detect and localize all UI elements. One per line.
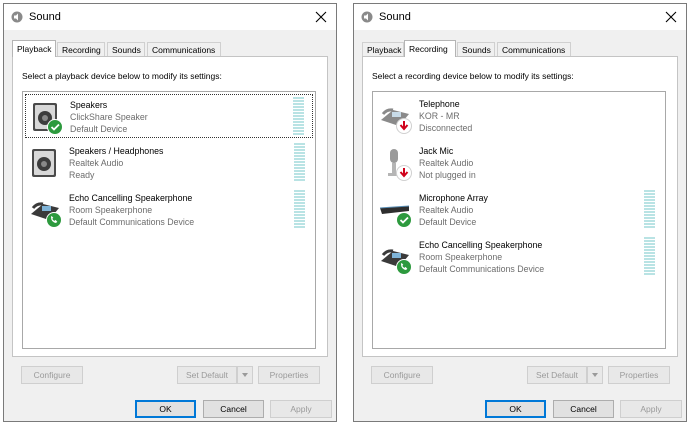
device-status: Default Communications Device <box>69 217 195 227</box>
level-meter <box>294 190 305 228</box>
tab-communications[interactable]: Communications <box>497 42 571 56</box>
close-icon[interactable] <box>664 10 678 24</box>
device-status: Disconnected <box>419 123 473 133</box>
level-meter <box>294 143 305 181</box>
chevron-down-icon <box>242 373 248 377</box>
phone-icon <box>381 108 412 134</box>
device-item[interactable]: Jack Mic Realtek Audio Not plugged in <box>375 141 663 185</box>
device-item[interactable]: Echo Cancelling Speakerphone Room Speake… <box>375 235 663 279</box>
sound-dialog-playback: Sound Playback Recording Sounds Communic… <box>3 3 337 422</box>
phone-icon <box>381 249 412 275</box>
configure-button[interactable]: Configure <box>371 366 433 384</box>
set-default-dropdown[interactable] <box>587 366 603 384</box>
phone-icon <box>31 202 62 228</box>
tab-playback[interactable]: Playback <box>362 42 404 56</box>
device-item[interactable]: Telephone KOR - MR Disconnected <box>375 94 663 138</box>
device-status: Default Device <box>419 217 477 227</box>
tab-sounds[interactable]: Sounds <box>457 42 495 56</box>
set-default-button[interactable]: Set Default <box>177 366 237 384</box>
level-meter <box>644 190 655 228</box>
instruction-text: Select a playback device below to modify… <box>22 71 222 81</box>
apply-button[interactable]: Apply <box>620 400 682 418</box>
tab-sounds[interactable]: Sounds <box>107 42 145 56</box>
device-description: Room Speakerphone <box>69 205 153 215</box>
device-status: Default Device <box>70 124 128 134</box>
apply-button[interactable]: Apply <box>270 400 332 418</box>
sound-dialog-recording: Sound Playback Recording Sounds Communic… <box>353 3 687 422</box>
device-name: Telephone <box>419 99 460 109</box>
sound-app-icon <box>361 11 373 23</box>
device-list[interactable]: Speakers ClickShare Speaker Default Devi… <box>22 91 316 349</box>
chevron-down-icon <box>592 373 598 377</box>
device-name: Echo Cancelling Speakerphone <box>69 193 193 203</box>
microphone-icon <box>388 149 412 181</box>
device-name: Echo Cancelling Speakerphone <box>419 240 543 250</box>
cancel-button[interactable]: Cancel <box>203 400 264 418</box>
mic-array-icon <box>379 205 412 228</box>
device-status: Not plugged in <box>419 170 476 180</box>
device-description: KOR - MR <box>419 111 460 121</box>
device-list[interactable]: Telephone KOR - MR Disconnected Jack Mic… <box>372 91 666 349</box>
tab-playback[interactable]: Playback <box>12 40 56 57</box>
speaker-icon <box>32 149 56 177</box>
device-description: Realtek Audio <box>69 158 124 168</box>
tab-panel: Select a recording device below to modif… <box>362 56 678 357</box>
tab-recording[interactable]: Recording <box>57 42 105 56</box>
device-name: Speakers <box>70 100 108 110</box>
ok-button[interactable]: OK <box>135 400 196 418</box>
level-meter <box>644 237 655 275</box>
properties-button[interactable]: Properties <box>608 366 670 384</box>
device-item[interactable]: Speakers / Headphones Realtek Audio Read… <box>25 141 313 185</box>
close-icon[interactable] <box>314 10 328 24</box>
window-title: Sound <box>29 11 61 23</box>
ok-button[interactable]: OK <box>485 400 546 418</box>
device-name: Jack Mic <box>419 146 454 156</box>
device-description: ClickShare Speaker <box>70 112 148 122</box>
title-bar: Sound <box>354 4 686 30</box>
level-meter <box>293 97 304 135</box>
speaker-icon <box>33 103 63 135</box>
set-default-dropdown[interactable] <box>237 366 253 384</box>
device-description: Realtek Audio <box>419 205 474 215</box>
device-status: Ready <box>69 170 95 180</box>
device-item[interactable]: Speakers ClickShare Speaker Default Devi… <box>25 94 313 138</box>
configure-button[interactable]: Configure <box>21 366 83 384</box>
device-item[interactable]: Echo Cancelling Speakerphone Room Speake… <box>25 188 313 232</box>
device-description: Realtek Audio <box>419 158 474 168</box>
sound-app-icon <box>11 11 23 23</box>
tab-communications[interactable]: Communications <box>147 42 221 56</box>
properties-button[interactable]: Properties <box>258 366 320 384</box>
window-title: Sound <box>379 11 411 23</box>
tab-panel: Select a playback device below to modify… <box>12 56 328 357</box>
device-name: Microphone Array <box>419 193 488 203</box>
set-default-button[interactable]: Set Default <box>527 366 587 384</box>
device-status: Default Communications Device <box>419 264 545 274</box>
tab-recording[interactable]: Recording <box>404 40 456 57</box>
device-name: Speakers / Headphones <box>69 146 164 156</box>
device-item[interactable]: Microphone Array Realtek Audio Default D… <box>375 188 663 232</box>
cancel-button[interactable]: Cancel <box>553 400 614 418</box>
instruction-text: Select a recording device below to modif… <box>372 71 574 81</box>
title-bar: Sound <box>4 4 336 30</box>
device-description: Room Speakerphone <box>419 252 503 262</box>
